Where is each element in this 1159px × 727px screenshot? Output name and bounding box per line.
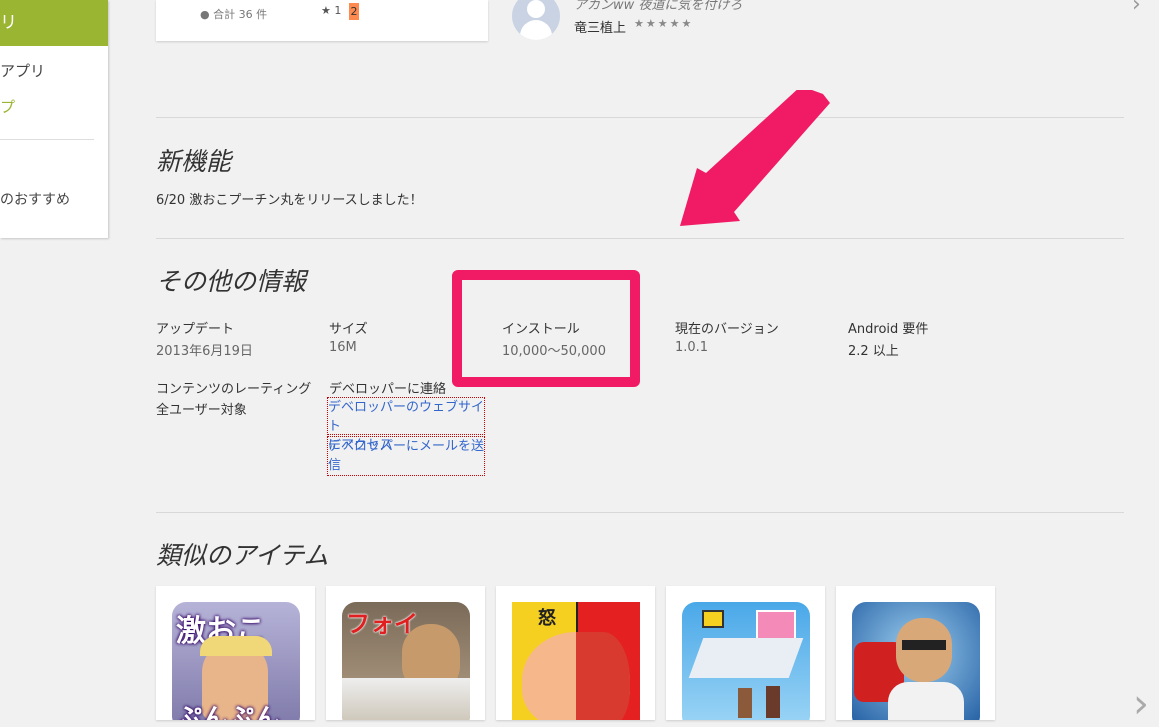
developer-website-link[interactable]: デベロッパーのウェブサイト にアクセス [327,397,485,453]
chevron-right-icon[interactable]: › [1133,684,1149,724]
developer-contact-label: デベロッパーに連絡 [329,382,447,397]
icon-badge-text: 怒 [538,608,556,629]
developer-email-line2: 信 [328,458,342,473]
similar-app-card[interactable]: フォイ [326,586,485,720]
sidebar-item-active[interactable]: プ [0,96,15,117]
content-rating-label: コンテンツのレーティング [156,382,312,397]
bike-gangster-icon [852,602,980,720]
size-value: 16M [329,340,357,355]
rating-bar: 2 [349,3,359,20]
avatar[interactable] [512,0,560,40]
similar-app-card[interactable] [666,586,825,720]
person-icon: ● [200,8,210,21]
face-shape [896,618,952,682]
content-rating-value: 全ユーザー対象 [156,403,247,418]
pixel-game-dev-icon [682,602,810,720]
sunglasses-shape [902,640,946,650]
geki-oko-face-icon: 激おこ ぷんぷん [172,602,300,720]
review-snippet: アカンww 夜道に気を付けろ [574,0,743,13]
developer-website-line1: デベロッパーのウェブサイト [328,400,485,434]
pixel-sign-shape [702,610,724,628]
wing-shape [342,678,470,720]
size-label: サイズ [329,322,368,337]
annotation-arrow [680,90,830,226]
sidebar-item-label: のおすすめ [0,192,70,208]
sidebar-active-category[interactable]: リ [0,0,108,46]
annotation-highlight-box [452,270,640,387]
review-author[interactable]: 竜三植上 [574,17,626,36]
whats-new-heading: 新機能 [156,147,232,176]
similar-app-card[interactable]: 怒 [496,586,655,720]
version-label: 現在のバージョン [675,322,779,337]
pixel-person-shape [738,688,752,718]
section-divider [156,512,1124,513]
pixel-monitor-shape [756,610,796,640]
android-requirement-label: Android 要件 [848,322,929,337]
rating-total: ● 合計 36 件 [200,6,267,22]
sidebar-item-apps[interactable]: アプリ [0,60,45,81]
additional-info-heading: その他の情報 [156,267,307,296]
angry-split-face-icon: 怒 [512,602,640,720]
section-divider [156,238,1124,239]
annotation-arrow-shape [680,90,830,226]
section-divider [156,117,1124,118]
similar-app-card[interactable]: 激おこ ぷんぷん [156,586,315,720]
suit-shape [888,682,964,720]
review-stars: ★★★★★ [634,17,694,30]
sidebar-item-recommended[interactable]: のおすすめ [0,189,70,209]
similar-items-heading: 類似のアイテム [156,541,329,570]
sidebar-item-label: アプリ [0,62,46,80]
icon-subtitle-text: ぷんぷん [176,704,281,720]
updated-label: アップデート [156,322,235,337]
pixel-desk-shape [688,638,804,678]
chevron-right-icon[interactable]: › [1132,0,1141,17]
rating-total-label: 合計 36 件 [213,8,268,21]
sidebar-divider [0,139,94,140]
rating-bar-label: 2 [350,5,358,18]
developer-email-link[interactable]: デベロッパーにメールを送 信 [327,436,485,476]
version-value: 1.0.1 [675,340,709,355]
android-requirement-value: 2.2 以上 [848,344,899,359]
avatar-head-shape [527,0,545,18]
left-sidebar: リ アプリ プ のおすすめ [0,0,108,238]
pixel-person-shape [766,686,780,718]
similar-app-card[interactable] [836,586,995,720]
avatar-body-shape [520,20,552,40]
foi-face-icon: フォイ [342,602,470,720]
whats-new-text: 6/20 激おこプーチン丸をリリースしました！ [156,193,423,208]
star-count-label: 1 [334,4,342,17]
angry-face-shape [576,632,630,720]
rating-summary-card: ● 合計 36 件 ★ 1 2 [156,0,488,41]
developer-email-line1: デベロッパーにメールを送 [328,439,485,454]
updated-value: 2013年6月19日 [156,344,253,359]
one-star-row: ★ 1 [321,4,341,17]
sidebar-category-label: リ [0,13,17,33]
hair-shape [200,636,272,656]
sidebar-item-label: プ [0,98,16,116]
star-icon: ★ [321,4,331,17]
